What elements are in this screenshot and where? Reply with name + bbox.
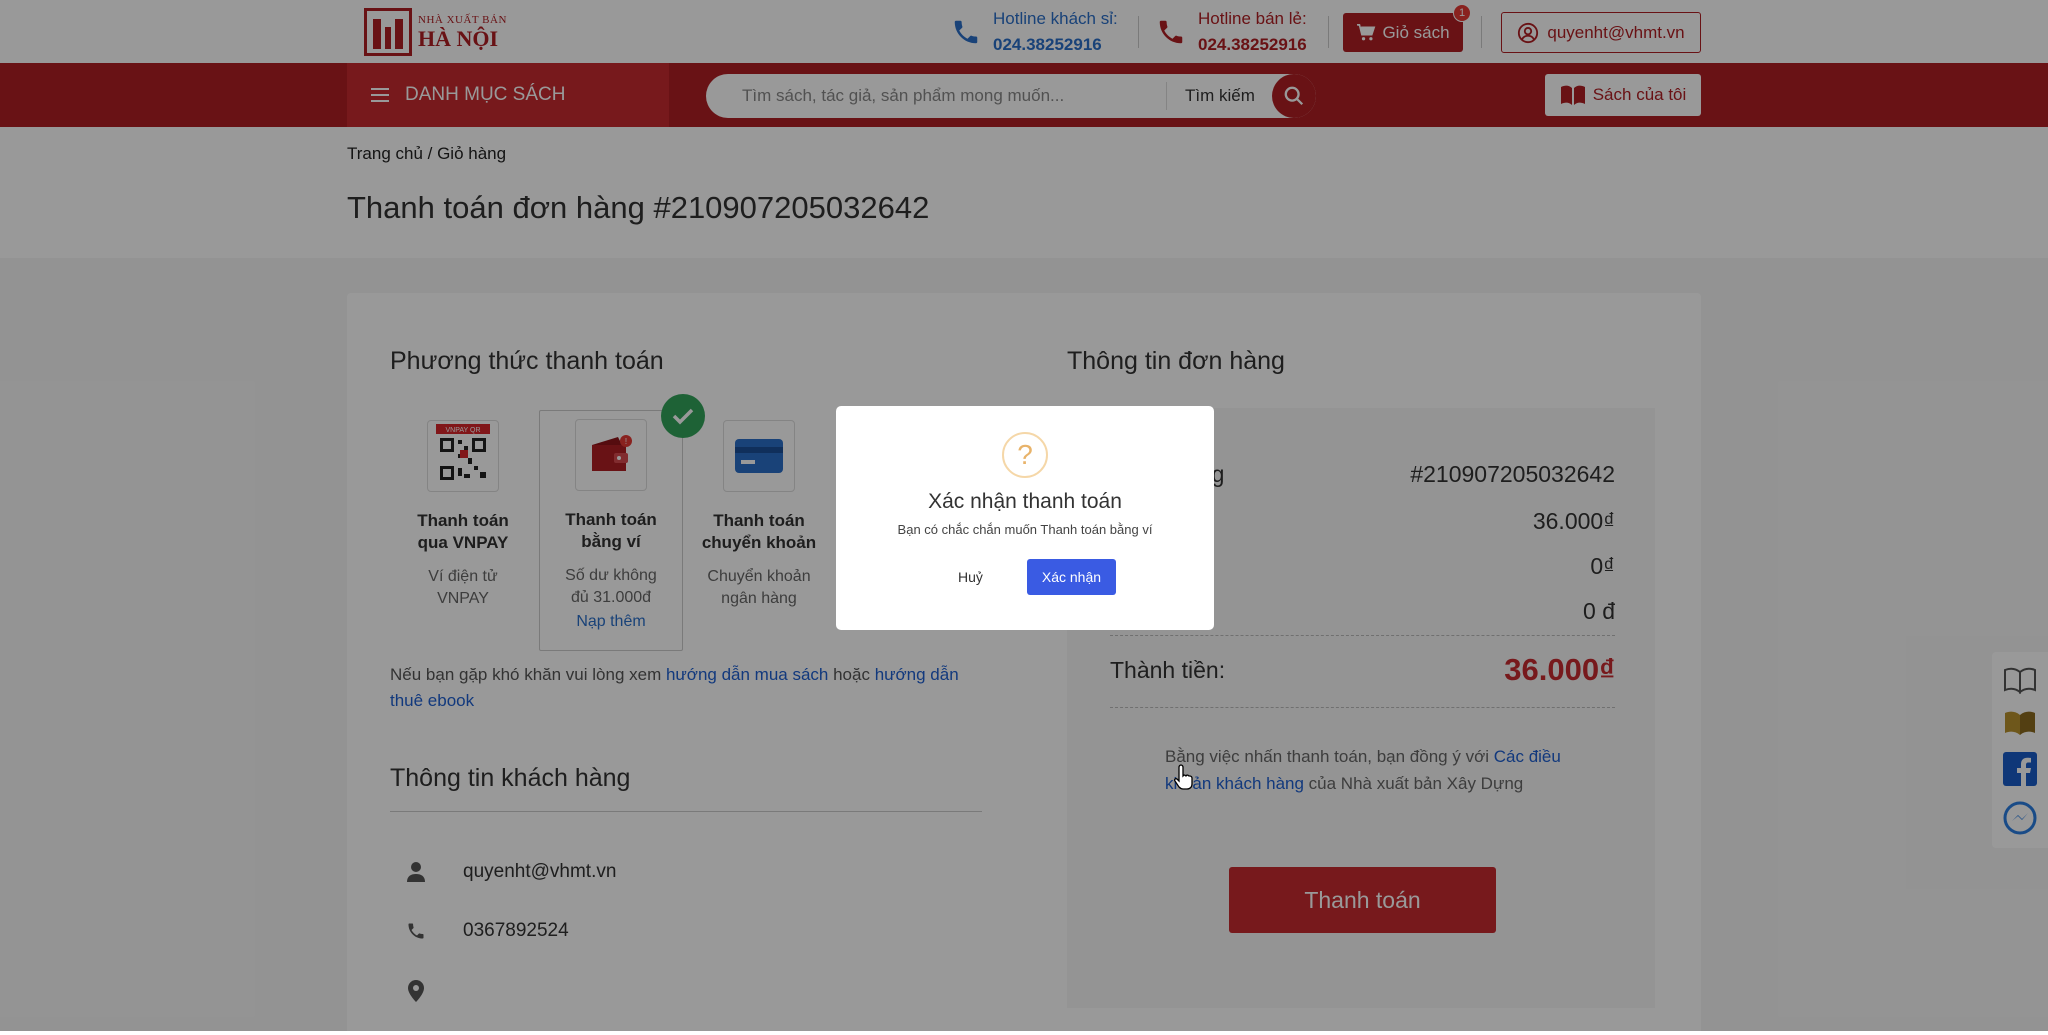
- confirm-payment-dialog: ? Xác nhận thanh toán Bạn có chắc chắn m…: [836, 406, 1214, 630]
- question-icon: ?: [1002, 432, 1048, 478]
- confirm-button[interactable]: Xác nhận: [1026, 559, 1117, 595]
- cancel-button[interactable]: Huỷ: [934, 560, 1007, 594]
- window-bottom-edge: [0, 1031, 2048, 1035]
- hand-cursor-icon: [1174, 764, 1193, 790]
- dialog-message: Bạn có chắc chắn muốn Thanh toán bằng ví: [897, 522, 1153, 537]
- dialog-title: Xác nhận thanh toán: [928, 490, 1122, 513]
